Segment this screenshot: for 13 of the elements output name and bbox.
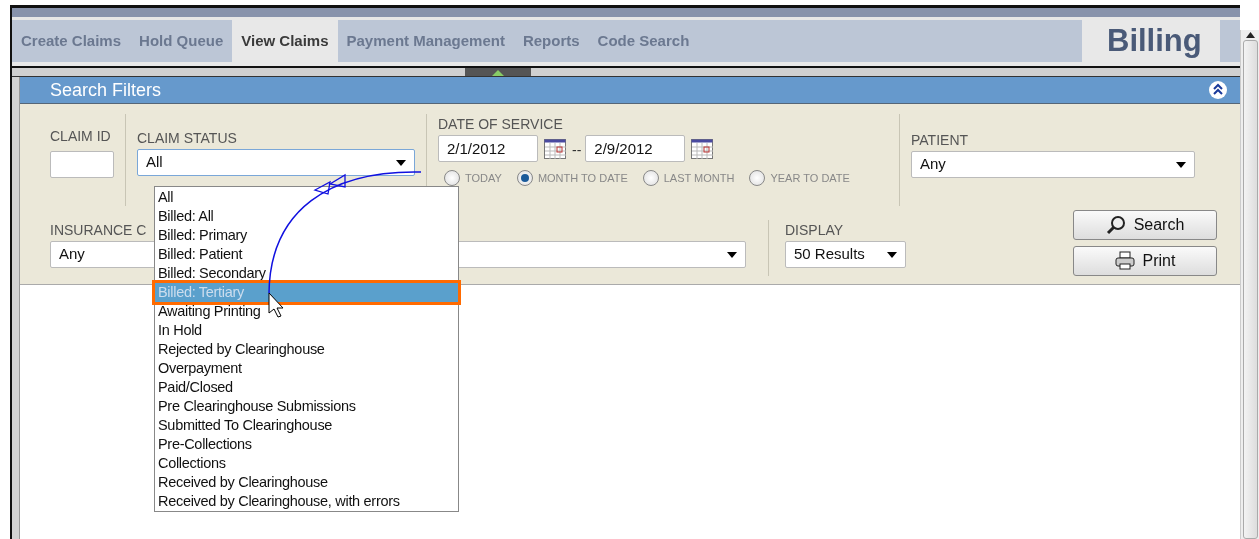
field-label: CLAIM STATUS: [137, 129, 237, 148]
radio-label: MONTH TO DATE: [537, 171, 628, 186]
field-label: DISPLAY: [785, 221, 844, 240]
app-title: Billing: [1106, 21, 1203, 60]
field-label: PATIENT: [911, 131, 969, 150]
radio-label: YEAR TO DATE: [770, 171, 850, 186]
field-label: DATE OF SERVICE: [438, 115, 563, 134]
field-label: INSURANCE C: [50, 221, 147, 240]
panel-title: Search Filters: [50, 78, 162, 102]
date-separator: --: [572, 141, 582, 160]
radio-label: LAST MONTH: [663, 171, 735, 186]
radio-label: TODAY: [465, 171, 502, 186]
field-label: CLAIM ID: [50, 127, 111, 146]
